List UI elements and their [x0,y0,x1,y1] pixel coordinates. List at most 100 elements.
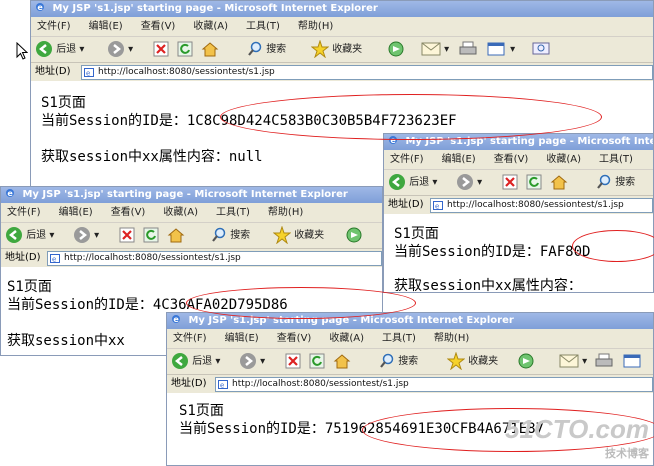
edit-button[interactable]: ▾ [487,40,515,59]
search-button[interactable]: 搜索 [247,40,286,59]
annotation-oval-4 [362,408,654,452]
stop-icon [153,41,169,57]
back-button[interactable]: 后退 ▾ [5,226,54,245]
menu-view[interactable]: 查看(V) [277,333,312,344]
forward-button[interactable]: ▾ [239,352,265,371]
home-icon [201,42,219,57]
annotation-oval-3 [186,287,416,319]
menu-view[interactable]: 查看(V) [494,154,529,165]
address-label: 地址(D) [5,252,41,263]
favorites-button[interactable]: 收藏夹 [446,351,498,371]
search-icon [597,174,611,189]
print-button[interactable] [595,352,613,371]
back-button[interactable]: 后退 ▾ [171,352,220,371]
home-button[interactable] [167,226,185,245]
stop-button[interactable] [285,352,301,371]
menu-edit[interactable]: 编辑(E) [89,21,123,32]
stop-button[interactable] [153,40,169,59]
url-text: http://localhost:8080/sessiontest/s1.jsp [232,379,409,389]
mail-button[interactable]: ▾ [559,352,587,371]
edit-button[interactable] [623,352,643,371]
ie-page-icon: e [84,68,94,77]
messenger-icon [532,42,550,55]
title-bar: e My JSP 's1.jsp' starting page - Micros… [31,1,653,17]
home-button[interactable] [201,40,219,59]
search-icon [380,353,394,368]
menu-bar: 文件(F) 编辑(E) 查看(V) 收藏(A) 工具(T) 帮助(H) [167,329,653,349]
menu-tools[interactable]: 工具(T) [382,333,416,344]
media-icon [518,353,534,369]
address-input[interactable]: e http://localhost:8080/sessiontest/s1.j… [430,198,653,213]
refresh-icon [309,353,325,369]
home-icon [550,175,568,190]
home-button[interactable] [550,173,568,192]
mail-button[interactable]: ▾ [421,40,449,59]
messenger-button[interactable] [531,40,551,59]
session-label: 当前Session的ID是： [41,113,187,129]
address-input[interactable]: e http://localhost:8080/sessiontest/s1.j… [47,251,382,266]
media-button[interactable] [517,352,535,371]
url-text: http://localhost:8080/sessiontest/s1.jsp [98,67,275,77]
forward-button[interactable]: ▾ [107,40,133,59]
favorites-button[interactable]: 收藏夹 [272,225,324,245]
menu-file[interactable]: 文件(F) [37,21,71,32]
back-button[interactable]: 后退 ▾ [388,173,437,192]
forward-button[interactable]: ▾ [456,173,482,192]
refresh-icon [526,174,542,190]
menu-favorites[interactable]: 收藏(A) [329,333,364,344]
menu-edit[interactable]: 编辑(E) [225,333,259,344]
search-icon [248,41,262,56]
menu-tools[interactable]: 工具(T) [246,21,280,32]
page-heading: S1页面 [41,95,86,111]
search-button[interactable]: 搜索 [379,352,418,371]
stop-button[interactable] [502,173,518,192]
menu-help[interactable]: 帮助(H) [298,21,333,32]
refresh-button[interactable] [309,352,325,371]
svg-text:e: e [220,382,224,390]
session-label: 当前Session的ID是： [7,297,153,313]
menu-view[interactable]: 查看(V) [141,21,176,32]
media-icon [388,41,404,57]
menu-edit[interactable]: 编辑(E) [442,154,476,165]
favorites-button[interactable]: 收藏夹 [310,39,362,59]
mail-icon [559,354,579,368]
ie-logo-icon: e [6,189,14,198]
address-bar: 地址(D) e http://localhost:8080/sessiontes… [1,249,382,267]
back-button[interactable]: 后退 ▾ [35,40,84,59]
menu-favorites[interactable]: 收藏(A) [163,207,198,218]
search-button[interactable]: 搜索 [596,173,635,192]
menu-favorites[interactable]: 收藏(A) [546,154,581,165]
address-label: 地址(D) [171,378,207,389]
refresh-button[interactable] [526,173,542,192]
address-input[interactable]: e http://localhost:8080/sessiontest/s1.j… [81,65,653,80]
ie-logo-icon: e [172,315,180,324]
menu-tools[interactable]: 工具(T) [216,207,250,218]
print-button[interactable] [459,40,477,59]
stop-button[interactable] [119,226,135,245]
menu-bar: 文件(F) 编辑(E) 查看(V) 收藏(A) 工具(T) 帮助(H) [31,17,653,37]
menu-help[interactable]: 帮助(H) [268,207,303,218]
address-input[interactable]: e http://localhost:8080/sessiontest/s1.j… [215,377,653,392]
menu-view[interactable]: 查看(V) [111,207,146,218]
svg-text:e: e [435,203,439,211]
media-button[interactable] [387,40,405,59]
menu-help[interactable]: 帮助(H) [434,333,469,344]
menu-favorites[interactable]: 收藏(A) [193,21,228,32]
media-button[interactable] [345,226,363,245]
menu-file[interactable]: 文件(F) [7,207,41,218]
svg-text:e: e [86,70,90,78]
home-button[interactable] [333,352,351,371]
menu-file[interactable]: 文件(F) [173,333,207,344]
menu-tools[interactable]: 工具(T) [599,154,633,165]
window-title: My JSP 's1.jsp' starting page - Microsof… [22,189,348,200]
menu-file[interactable]: 文件(F) [390,154,424,165]
refresh-button[interactable] [177,40,193,59]
search-button[interactable]: 搜索 [211,226,250,245]
refresh-button[interactable] [143,226,159,245]
toolbar: 后退 ▾ ▾ 搜索 收藏夹 ▾ [167,349,653,375]
browser-window-2: e My JSP 's1.jsp' starting page - Micros… [383,133,654,293]
forward-button[interactable]: ▾ [73,226,99,245]
toolbar: 后退 ▾ ▾ 搜索 收藏夹 [1,223,382,249]
ie-page-icon: e [50,254,60,263]
menu-edit[interactable]: 编辑(E) [59,207,93,218]
